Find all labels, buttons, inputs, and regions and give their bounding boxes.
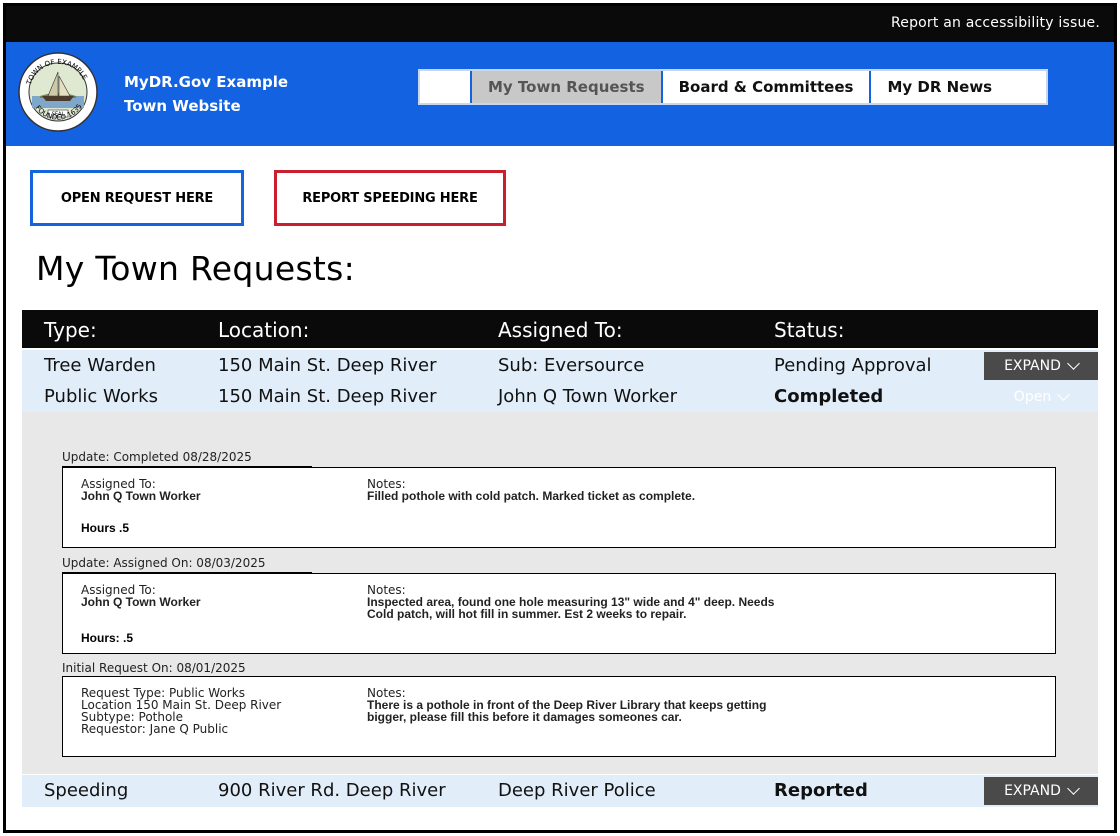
update-label: Update: Completed 08/28/2025 — [62, 450, 312, 467]
accessibility-link[interactable]: Report an accessibility issue. — [891, 15, 1100, 31]
header-location: Location: — [218, 318, 310, 342]
header-status: Status: — [774, 318, 845, 342]
table-row[interactable]: Public Works 150 Main St. Deep River Joh… — [22, 381, 1098, 413]
expand-button[interactable]: EXPAND — [984, 777, 1098, 805]
update-card: Request Type: Public Works Location 150 … — [62, 676, 1056, 757]
report-speeding-button[interactable]: REPORT SPEEDING HERE — [274, 170, 506, 226]
nav-my-dr-news[interactable]: My DR News — [871, 71, 1046, 103]
top-bar: Report an accessibility issue. — [6, 6, 1114, 42]
notes-line: Filled pothole with cold patch. Marked t… — [367, 489, 696, 503]
site-header: SEAL TOWN OF EXAMPLE FOUNDED 1635 MyDR.G… — [6, 42, 1114, 146]
table-row[interactable]: Speeding 900 River Rd. Deep River Deep R… — [22, 775, 1098, 807]
row-type: Tree Warden — [44, 355, 156, 376]
update-hours: Hours .5 — [81, 521, 130, 535]
assigned-value: John Q Town Worker — [81, 595, 201, 609]
row-assigned: John Q Town Worker — [498, 386, 677, 407]
row-assigned: Sub: Eversource — [498, 355, 645, 376]
update-hours: Hours: .5 — [81, 631, 134, 645]
initial-request-details: Request Type: Public Works Location 150 … — [81, 687, 281, 735]
row-location: 900 River Rd. Deep River — [218, 780, 446, 801]
page-title: My Town Requests: — [36, 249, 356, 288]
expand-label: EXPAND — [1004, 783, 1061, 799]
site-name-line1: MyDR.Gov Example — [124, 73, 289, 91]
requests-table-header: Type: Location: Assigned To: Status: — [22, 310, 1098, 348]
town-seal-logo[interactable]: SEAL TOWN OF EXAMPLE FOUNDED 1635 — [18, 52, 98, 132]
expand-button[interactable]: EXPAND — [984, 352, 1098, 380]
requestor: Requestor: Jane Q Public — [81, 722, 229, 736]
row-assigned: Deep River Police — [498, 780, 656, 801]
update-notes: Notes: Inspected area, found one hole me… — [367, 584, 887, 620]
assigned-value: John Q Town Worker — [81, 489, 201, 503]
status-badge: Pending Approval — [774, 355, 932, 376]
row-type: Public Works — [44, 386, 158, 407]
update-label: Update: Assigned On: 08/03/2025 — [62, 556, 312, 573]
site-name[interactable]: MyDR.Gov Example Town Website — [124, 70, 288, 118]
notes-line: bigger, please fill this before it damag… — [367, 710, 682, 724]
page-frame: Report an accessibility issue. SEAL TOWN… — [3, 3, 1117, 833]
row-location: 150 Main St. Deep River — [218, 386, 437, 407]
nav-my-town-requests[interactable]: My Town Requests — [472, 71, 663, 103]
open-toggle-button[interactable]: Open — [984, 383, 1098, 411]
row-type: Speeding — [44, 780, 129, 801]
update-assigned: Assigned To: John Q Town Worker — [81, 478, 201, 502]
nav-blank-slot — [420, 71, 472, 103]
nav-board-committees[interactable]: Board & Committees — [663, 71, 872, 103]
notes-line: Cold patch, will hot fill in summer. Est… — [367, 607, 687, 621]
open-label: Open — [1013, 389, 1052, 405]
open-request-button[interactable]: OPEN REQUEST HERE — [30, 170, 244, 226]
update-card: Assigned To: John Q Town Worker Hours: .… — [62, 573, 1056, 654]
expand-label: EXPAND — [1004, 358, 1061, 374]
chevron-down-icon — [1057, 388, 1071, 401]
main-nav: My Town Requests Board & Committees My D… — [418, 69, 1048, 105]
table-row[interactable]: Tree Warden 150 Main St. Deep River Sub:… — [22, 350, 1098, 382]
status-badge: Completed — [774, 386, 884, 407]
header-assigned: Assigned To: — [498, 318, 623, 342]
update-assigned: Assigned To: John Q Town Worker — [81, 584, 201, 608]
chevron-down-icon — [1067, 357, 1080, 370]
row-location: 150 Main St. Deep River — [218, 355, 437, 376]
site-name-line2: Town Website — [124, 97, 241, 115]
update-card: Assigned To: John Q Town Worker Hours .5… — [62, 467, 1056, 548]
chevron-down-icon — [1067, 782, 1080, 795]
status-badge: Reported — [774, 780, 868, 801]
request-detail-panel: Update: Completed 08/28/2025 Assigned To… — [22, 412, 1098, 774]
header-type: Type: — [44, 318, 97, 342]
update-notes: Notes: Filled pothole with cold patch. M… — [367, 478, 887, 502]
update-notes: Notes: There is a pothole in front of th… — [367, 687, 887, 723]
